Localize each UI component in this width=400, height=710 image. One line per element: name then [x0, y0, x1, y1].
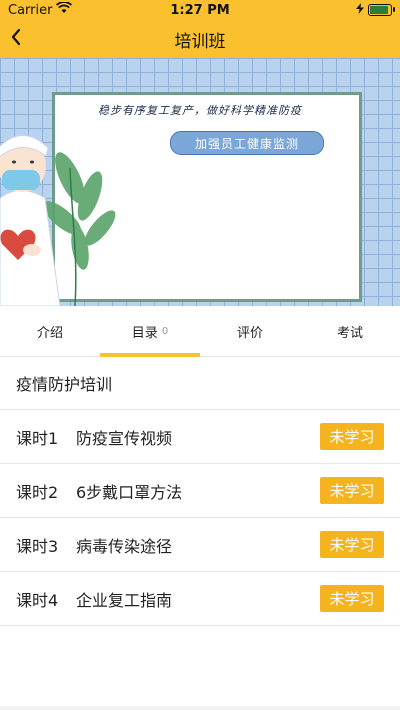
carrier-label: Carrier: [8, 2, 53, 18]
tab-label: 评价: [236, 325, 263, 341]
tab-intro[interactable]: 介绍: [0, 306, 100, 356]
nurse-illustration: [0, 135, 116, 306]
tab-label: 介绍: [36, 325, 63, 341]
lesson-number: 课时3: [16, 536, 59, 556]
lesson-number: 课时2: [16, 482, 59, 502]
not-studied-button[interactable]: 未学习: [320, 531, 384, 558]
back-button[interactable]: [10, 20, 40, 58]
page-title: 培训班: [174, 31, 226, 52]
tab-label: 目录: [131, 325, 158, 341]
status-bar: Carrier 1:27 PM: [0, 0, 400, 20]
tab-bar: 介绍 目录 0 评价 考试: [0, 306, 400, 357]
not-studied-button[interactable]: 未学习: [320, 423, 384, 450]
lesson-title: 6步戴口罩方法: [76, 482, 183, 502]
charging-icon: [356, 2, 364, 18]
nav-bar: 培训班: [0, 20, 400, 58]
tab-catalog[interactable]: 目录 0: [100, 306, 200, 356]
lesson-number: 课时1: [16, 428, 59, 448]
not-studied-button[interactable]: 未学习: [320, 477, 384, 504]
chevron-left-icon: [10, 28, 22, 50]
course-title: 疫情防护培训: [0, 357, 400, 410]
tab-reviews[interactable]: 评价: [200, 306, 300, 356]
list-footer-space: [0, 626, 400, 706]
battery-level: [370, 6, 388, 14]
lesson-title: 病毒传染途径: [76, 536, 173, 556]
not-studied-button[interactable]: 未学习: [320, 585, 384, 612]
lesson-row[interactable]: 课时4 企业复工指南 未学习: [0, 572, 400, 626]
lesson-title: 企业复工指南: [76, 590, 173, 610]
tab-count: 0: [161, 325, 169, 337]
battery-icon: [368, 4, 395, 16]
lesson-number: 课时4: [16, 590, 59, 610]
status-left: Carrier: [8, 1, 73, 18]
tab-label: 考试: [336, 325, 363, 341]
lesson-row[interactable]: 课时3 病毒传染途径 未学习: [0, 518, 400, 572]
status-right: [356, 2, 395, 18]
course-banner: 稳步有序复工复产，做好科学精准防疫 加强员工健康监测: [0, 58, 400, 306]
wifi-icon: [56, 1, 73, 18]
lesson-title: 防疫宣传视频: [76, 428, 173, 448]
lesson-row[interactable]: 课时2 6步戴口罩方法 未学习: [0, 464, 400, 518]
tab-exam[interactable]: 考试: [300, 306, 400, 356]
lesson-row[interactable]: 课时1 防疫宣传视频 未学习: [0, 410, 400, 464]
lesson-list: 疫情防护培训 课时1 防疫宣传视频 未学习 课时2 6步戴口罩方法 未学习 课时…: [0, 357, 400, 706]
active-tab-indicator: [100, 353, 200, 357]
